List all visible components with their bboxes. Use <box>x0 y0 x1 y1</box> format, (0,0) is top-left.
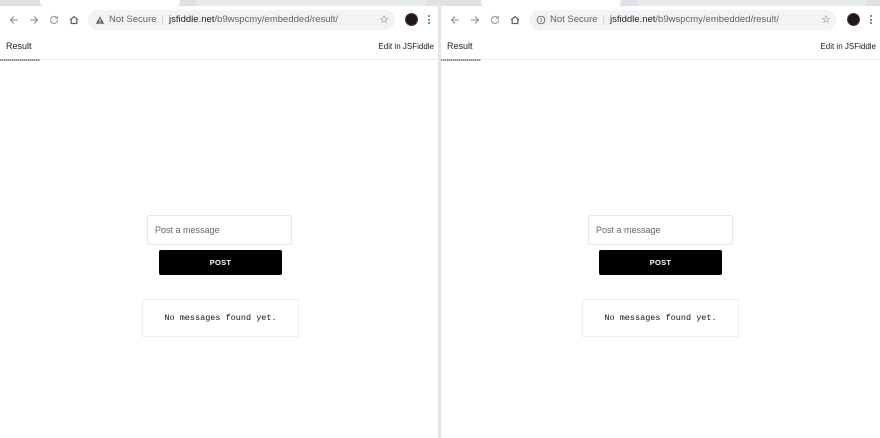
messages-list: No messages found yet. <box>142 299 299 337</box>
browser-window-right: Not Secure | jsfiddle.net /b9wspcmy/embe… <box>441 0 880 438</box>
url-host: jsfiddle.net <box>169 14 215 25</box>
url-path: /b9wspcmy/embedded/result/ <box>655 14 779 25</box>
post-button[interactable]: POST <box>599 250 722 275</box>
star-icon[interactable]: ☆ <box>821 13 831 26</box>
profile-avatar[interactable] <box>405 13 418 26</box>
edit-in-jsfiddle-link[interactable]: Edit in JSFiddle <box>378 42 434 51</box>
back-arrow-icon[interactable] <box>4 10 24 30</box>
empty-state-text: No messages found yet. <box>164 313 277 323</box>
security-label: Not Secure <box>109 14 157 25</box>
security-label: Not Secure <box>550 14 598 25</box>
address-bar[interactable]: Not Secure | jsfiddle.net /b9wspcmy/embe… <box>88 9 395 30</box>
url-host: jsfiddle.net <box>610 14 656 25</box>
warning-icon[interactable] <box>94 14 105 25</box>
messages-list: No messages found yet. <box>582 299 739 337</box>
address-bar[interactable]: Not Secure | jsfiddle.net /b9wspcmy/embe… <box>529 9 837 30</box>
jsfiddle-embed-bar: Result Edit in JSFiddle <box>0 33 438 61</box>
browser-window-left: Not Secure | jsfiddle.net /b9wspcmy/embe… <box>0 0 438 438</box>
message-input[interactable] <box>147 215 292 245</box>
star-icon[interactable]: ☆ <box>379 13 389 26</box>
reload-icon[interactable] <box>44 10 64 30</box>
separator: | <box>161 14 164 25</box>
home-icon[interactable] <box>64 10 84 30</box>
tab-result[interactable]: Result <box>0 33 39 61</box>
empty-state-text: No messages found yet. <box>604 313 717 323</box>
message-input[interactable] <box>588 215 733 245</box>
back-arrow-icon[interactable] <box>445 10 465 30</box>
post-button[interactable]: POST <box>159 250 282 275</box>
separator: | <box>602 14 605 25</box>
kebab-menu-icon[interactable] <box>424 15 434 24</box>
reload-icon[interactable] <box>485 10 505 30</box>
forward-arrow-icon[interactable] <box>465 10 485 30</box>
info-icon[interactable] <box>535 14 546 25</box>
browser-toolbar: Not Secure | jsfiddle.net /b9wspcmy/embe… <box>0 6 438 33</box>
url-path: /b9wspcmy/embedded/result/ <box>214 14 338 25</box>
kebab-menu-icon[interactable] <box>866 15 876 24</box>
forward-arrow-icon[interactable] <box>24 10 44 30</box>
result-pane: POST No messages found yet. <box>441 60 880 438</box>
jsfiddle-embed-bar: Result Edit in JSFiddle <box>441 33 880 61</box>
home-icon[interactable] <box>505 10 525 30</box>
browser-toolbar: Not Secure | jsfiddle.net /b9wspcmy/embe… <box>441 6 880 33</box>
profile-avatar[interactable] <box>847 13 860 26</box>
result-pane: POST No messages found yet. <box>0 60 438 438</box>
edit-in-jsfiddle-link[interactable]: Edit in JSFiddle <box>820 42 876 51</box>
tab-result[interactable]: Result <box>441 33 480 61</box>
